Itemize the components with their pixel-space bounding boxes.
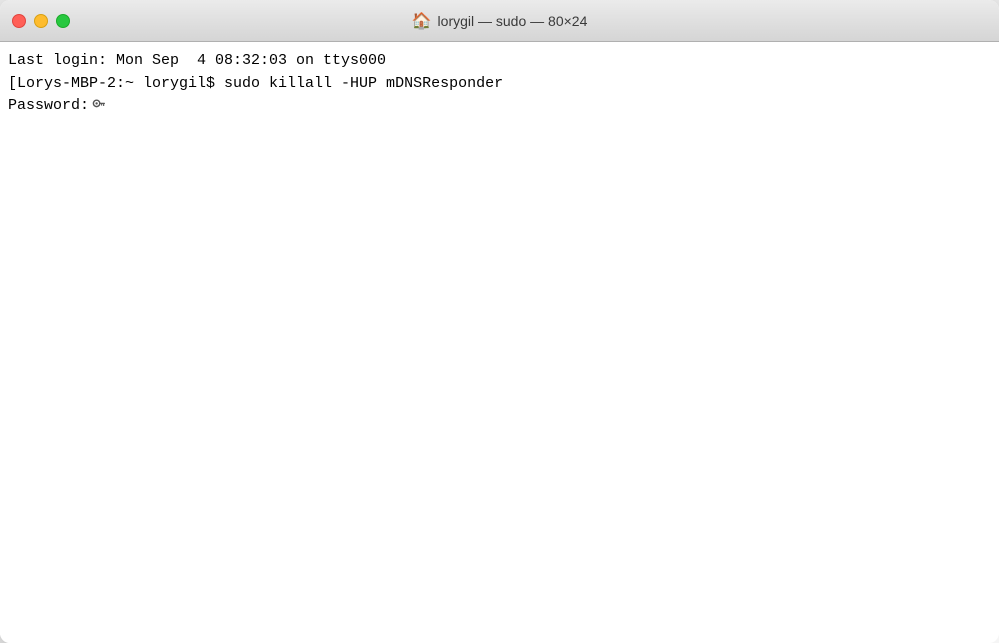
- key-icon: [91, 97, 107, 113]
- terminal-line-2: [Lorys-MBP-2:~ lorygil$ sudo killall -HU…: [8, 73, 979, 96]
- terminal-line-3: Password:: [8, 95, 979, 118]
- minimize-button[interactable]: [34, 14, 48, 28]
- terminal-line-1: Last login: Mon Sep 4 08:32:03 on ttys00…: [8, 50, 979, 73]
- title-bar: 🏠 lorygil — sudo — 80×24: [0, 0, 999, 42]
- terminal-body[interactable]: Last login: Mon Sep 4 08:32:03 on ttys00…: [0, 42, 999, 643]
- traffic-lights: [12, 14, 70, 28]
- window-title: lorygil — sudo — 80×24: [438, 13, 588, 29]
- close-button[interactable]: [12, 14, 26, 28]
- maximize-button[interactable]: [56, 14, 70, 28]
- title-bar-content: 🏠 lorygil — sudo — 80×24: [412, 11, 588, 31]
- password-label: Password:: [8, 95, 89, 118]
- terminal-window: 🏠 lorygil — sudo — 80×24 Last login: Mon…: [0, 0, 999, 643]
- house-icon: 🏠: [412, 11, 432, 31]
